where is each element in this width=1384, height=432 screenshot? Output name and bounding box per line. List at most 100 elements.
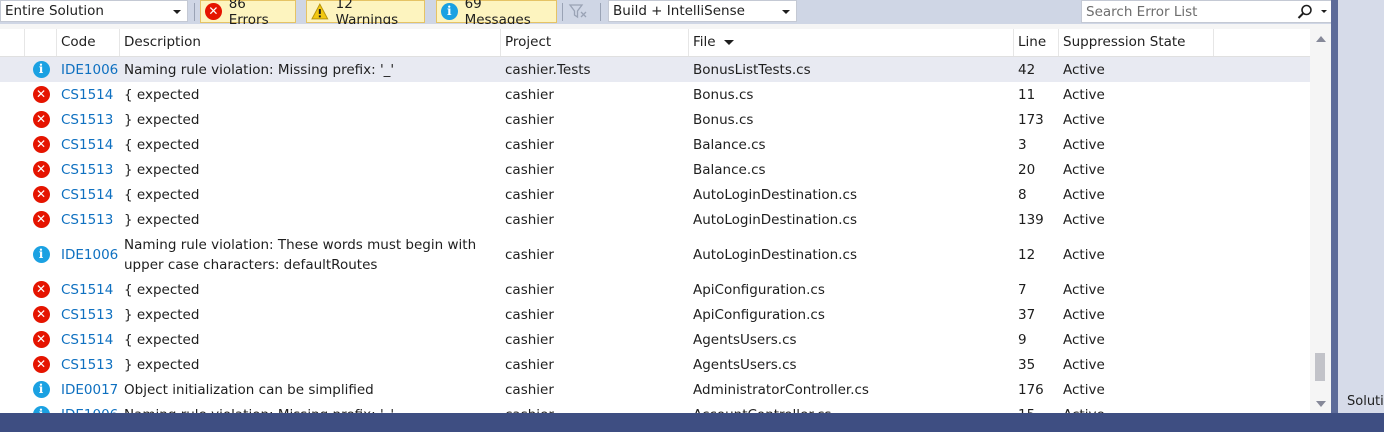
project-cell: cashier.Tests <box>505 61 591 78</box>
code-link[interactable]: IDE1006 <box>61 57 118 82</box>
line-cell: 8 <box>1018 186 1027 203</box>
line-cell: 173 <box>1018 111 1044 128</box>
table-row[interactable]: i IDE0017 Object initialization can be sim… <box>0 377 1310 402</box>
header-category-column[interactable] <box>0 29 24 56</box>
table-row[interactable]: ✕ CS1513} expected cashier Balance.cs 20 Acti… <box>0 157 1310 182</box>
severity-cell: ✕ <box>32 207 50 232</box>
header-file[interactable]: File <box>688 29 1013 56</box>
header-suppression-state[interactable]: Suppression State <box>1058 29 1213 56</box>
code-link[interactable]: CS1514 <box>61 327 113 352</box>
file-cell: Balance.cs <box>693 161 766 178</box>
search-box[interactable] <box>1081 0 1332 23</box>
scope-dropdown[interactable]: Entire Solution <box>0 0 188 22</box>
toolbar-separator <box>194 3 195 21</box>
file-cell: AutoLoginDestination.cs <box>693 211 857 228</box>
line-cell: 176 <box>1018 381 1044 398</box>
error-list-toolbar: Entire Solution ✕ 86 Errors 12 Warnings … <box>0 0 1332 28</box>
chevron-down-icon <box>173 10 181 14</box>
scroll-up-icon[interactable] <box>1316 36 1326 42</box>
file-cell: Bonus.cs <box>693 86 754 103</box>
table-row[interactable]: i IDE1006 Naming rule violation: These wor… <box>0 232 1310 277</box>
code-link[interactable]: CS1514 <box>61 182 113 207</box>
code-link[interactable]: IDE0017 <box>61 377 118 402</box>
file-cell: AdministratorController.cs <box>693 381 869 398</box>
description-cell: } expected <box>124 306 200 323</box>
file-cell: Balance.cs <box>693 136 766 153</box>
severity-cell: ✕ <box>32 82 50 107</box>
table-row[interactable]: ✕ CS1514 { expected cashier AgentsUsers.cs 9 A… <box>0 327 1310 352</box>
code-link[interactable]: CS1513 <box>61 352 113 377</box>
header-description[interactable]: Description <box>119 29 500 56</box>
header-icon-column[interactable] <box>24 29 56 56</box>
line-cell: 37 <box>1018 306 1036 323</box>
messages-filter-button[interactable]: i 69 Messages <box>436 0 557 28</box>
warnings-filter-button[interactable]: 12 Warnings <box>306 0 425 28</box>
code-link[interactable]: CS1514 <box>61 277 113 302</box>
scrollbar-thumb[interactable] <box>1315 353 1325 381</box>
project-cell: cashier <box>505 136 554 153</box>
suppression-state-cell: Active <box>1063 186 1105 203</box>
table-row[interactable]: ✕ CS1514 { expected cashier Bonus.cs 11 Active <box>0 82 1310 107</box>
table-row[interactable]: i IDE1006 Naming rule violation: Missing p… <box>0 57 1310 82</box>
info-circle-icon: i <box>32 381 50 398</box>
description-cell: { expected <box>124 281 200 298</box>
info-circle-icon: i <box>32 246 50 263</box>
code-link[interactable]: CS1513 <box>61 302 113 327</box>
description-cell: Naming rule violation: These words must … <box>124 236 477 273</box>
file-cell: ApiConfiguration.cs <box>693 306 825 323</box>
search-input[interactable] <box>1086 3 1286 21</box>
project-cell: cashier <box>505 246 554 263</box>
error-circle-icon: ✕ <box>32 331 50 348</box>
project-cell: cashier <box>505 186 554 203</box>
table-row[interactable]: ✕ CS1513} expected cashier ApiConfiguration… <box>0 302 1310 327</box>
table-row[interactable]: ✕ CS1514 { expected cashier AutoLoginDestina… <box>0 182 1310 207</box>
header-project[interactable]: Project <box>500 29 688 56</box>
code-link[interactable]: CS1513 <box>61 107 113 132</box>
severity-cell: i <box>32 402 50 413</box>
scroll-down-icon[interactable] <box>1316 401 1326 407</box>
toolbar-separator <box>562 3 563 21</box>
severity-cell: i <box>32 232 50 277</box>
suppression-state-cell: Active <box>1063 306 1105 323</box>
description-cell: } expected <box>124 161 200 178</box>
suppression-state-cell: Active <box>1063 86 1105 103</box>
table-row[interactable]: i IDE1006 Naming rule violation: Missing p… <box>0 402 1310 413</box>
info-circle-icon: i <box>32 61 50 78</box>
suppression-state-cell: Active <box>1063 61 1105 78</box>
solution-explorer-tab[interactable]: Soluti <box>1347 394 1384 409</box>
code-link[interactable]: CS1513 <box>61 207 113 232</box>
funnel-icon[interactable] <box>568 3 588 21</box>
search-icon[interactable] <box>1296 3 1314 21</box>
file-cell: AccountController.cs <box>693 402 831 414</box>
error-circle-icon: ✕ <box>32 111 50 128</box>
code-link[interactable]: CS1514 <box>61 132 113 157</box>
file-cell: AgentsUsers.cs <box>693 331 797 348</box>
header-code[interactable]: Code <box>56 29 119 56</box>
project-cell: cashier <box>505 86 554 103</box>
project-cell: cashier <box>505 211 554 228</box>
description-cell: Naming rule violation: Missing prefix: '… <box>124 61 395 78</box>
code-link[interactable]: IDE1006 <box>61 232 118 277</box>
code-link[interactable]: CS1514 <box>61 82 113 107</box>
header-file-label: File <box>693 34 716 50</box>
vertical-scrollbar[interactable] <box>1310 29 1331 413</box>
sort-descending-icon <box>723 39 734 45</box>
line-cell: 3 <box>1018 136 1027 153</box>
project-cell: cashier <box>505 356 554 373</box>
chevron-down-icon[interactable] <box>1321 10 1327 13</box>
table-row[interactable]: ✕ CS1514 { expected cashier Balance.cs 3 Activ… <box>0 132 1310 157</box>
code-link[interactable]: IDE1006 <box>61 402 118 414</box>
header-line[interactable]: Line <box>1013 29 1058 56</box>
error-circle-icon: ✕ <box>32 306 50 323</box>
table-row[interactable]: ✕ CS1513} expected cashier Bonus.cs 173 Activ… <box>0 107 1310 132</box>
code-link[interactable]: CS1513 <box>61 157 113 182</box>
table-row[interactable]: ✕ CS1514 { expected cashier ApiConfiguration… <box>0 277 1310 302</box>
table-row[interactable]: ✕ CS1513} expected cashier AgentsUsers.cs 35… <box>0 352 1310 377</box>
toolbar-separator <box>600 3 601 21</box>
suppression-state-cell: Active <box>1063 402 1105 414</box>
project-cell: cashier <box>505 161 554 178</box>
table-row[interactable]: ✕ CS1513} expected cashier AutoLoginDestina… <box>0 207 1310 232</box>
build-filter-dropdown[interactable]: Build + IntelliSense <box>608 0 797 22</box>
errors-filter-button[interactable]: ✕ 86 Errors <box>200 0 296 28</box>
line-cell: 7 <box>1018 281 1027 298</box>
